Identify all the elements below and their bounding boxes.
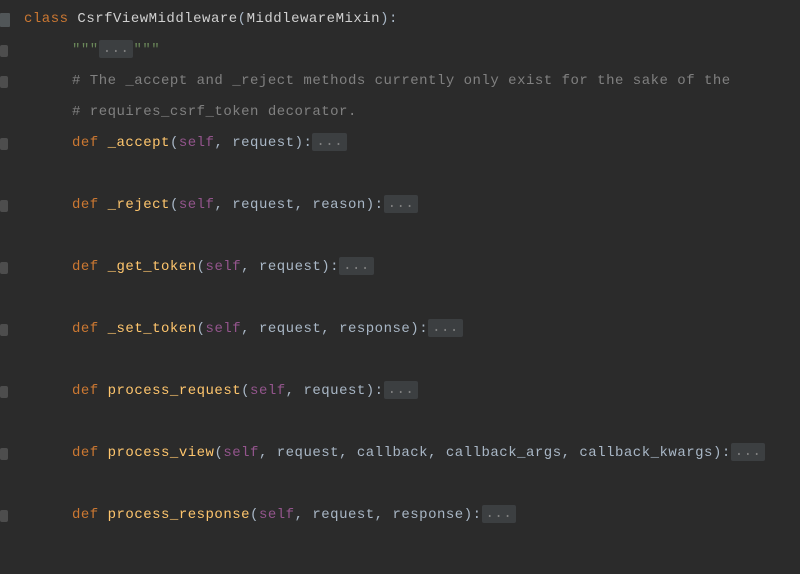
code-line-empty[interactable] — [0, 221, 800, 252]
gutter-mark-icon — [0, 45, 8, 57]
gutter — [0, 97, 24, 128]
function-name: process_view — [99, 445, 215, 461]
fold-region[interactable]: ... — [384, 195, 419, 213]
gutter — [0, 128, 24, 159]
code-content: def process_request(self, request):... — [24, 376, 800, 407]
code-line-empty[interactable] — [0, 345, 800, 376]
code-content: def _set_token(self, request, response):… — [24, 314, 800, 345]
param-self: self — [179, 135, 215, 151]
gutter-mark-icon — [0, 324, 8, 336]
code-line[interactable]: def _accept(self, request):... — [0, 128, 800, 159]
class-name: CsrfViewMiddleware — [69, 11, 238, 27]
code-line[interactable]: def _set_token(self, request, response):… — [0, 314, 800, 345]
code-content: class CsrfViewMiddleware(MiddlewareMixin… — [24, 4, 800, 35]
code-content: def _accept(self, request):... — [24, 128, 800, 159]
fold-region[interactable]: ... — [428, 319, 463, 337]
gutter-mark-icon — [0, 448, 8, 460]
function-name: _reject — [99, 197, 170, 213]
code-content: # requires_csrf_token decorator. — [24, 97, 800, 128]
code-line[interactable]: def _get_token(self, request):... — [0, 252, 800, 283]
gutter — [0, 252, 24, 283]
keyword-class: class — [24, 11, 69, 27]
code-content: def _get_token(self, request):... — [24, 252, 800, 283]
docstring-close: """ — [133, 42, 160, 58]
function-name: _set_token — [99, 321, 197, 337]
comment: # The _accept and _reject methods curren… — [72, 73, 731, 89]
gutter — [0, 190, 24, 221]
comment: # requires_csrf_token decorator. — [72, 104, 357, 120]
function-name: process_response — [99, 507, 250, 523]
gutter — [0, 4, 24, 35]
fold-region[interactable]: ... — [312, 133, 347, 151]
fold-marker-icon[interactable] — [0, 13, 10, 27]
code-editor[interactable]: class CsrfViewMiddleware(MiddlewareMixin… — [0, 0, 800, 531]
keyword-def: def — [72, 135, 99, 151]
function-name: _accept — [99, 135, 170, 151]
gutter — [0, 500, 24, 531]
function-name: process_request — [99, 383, 241, 399]
gutter-mark-icon — [0, 138, 8, 150]
base-class: MiddlewareMixin — [247, 11, 381, 27]
fold-region[interactable]: ... — [339, 257, 374, 275]
code-line-empty[interactable] — [0, 159, 800, 190]
fold-region[interactable]: ... — [384, 381, 419, 399]
code-line[interactable]: # The _accept and _reject methods curren… — [0, 66, 800, 97]
function-name: _get_token — [99, 259, 197, 275]
gutter — [0, 314, 24, 345]
code-line-empty[interactable] — [0, 283, 800, 314]
code-line[interactable]: def process_view(self, request, callback… — [0, 438, 800, 469]
code-content: # The _accept and _reject methods curren… — [24, 66, 800, 97]
code-line-empty[interactable] — [0, 407, 800, 438]
code-line[interactable]: def process_response(self, request, resp… — [0, 500, 800, 531]
gutter-mark-icon — [0, 386, 8, 398]
code-content: def process_view(self, request, callback… — [24, 438, 800, 469]
code-content: def _reject(self, request, reason):... — [24, 190, 800, 221]
code-line[interactable]: def _reject(self, request, reason):... — [0, 190, 800, 221]
fold-region[interactable]: ... — [731, 443, 766, 461]
gutter-mark-icon — [0, 262, 8, 274]
gutter-mark-icon — [0, 510, 8, 522]
docstring-open: """ — [72, 42, 99, 58]
gutter — [0, 66, 24, 97]
code-line[interactable]: # requires_csrf_token decorator. — [0, 97, 800, 128]
gutter — [0, 35, 24, 66]
gutter-mark-icon — [0, 76, 8, 88]
gutter — [0, 376, 24, 407]
fold-region[interactable]: ... — [99, 40, 134, 58]
fold-region[interactable]: ... — [482, 505, 517, 523]
code-content: """...""" — [24, 35, 800, 66]
gutter-mark-icon — [0, 200, 8, 212]
code-content: def process_response(self, request, resp… — [24, 500, 800, 531]
code-line-empty[interactable] — [0, 469, 800, 500]
code-line[interactable]: class CsrfViewMiddleware(MiddlewareMixin… — [0, 4, 800, 35]
code-line[interactable]: def process_request(self, request):... — [0, 376, 800, 407]
code-line[interactable]: """...""" — [0, 35, 800, 66]
gutter — [0, 438, 24, 469]
